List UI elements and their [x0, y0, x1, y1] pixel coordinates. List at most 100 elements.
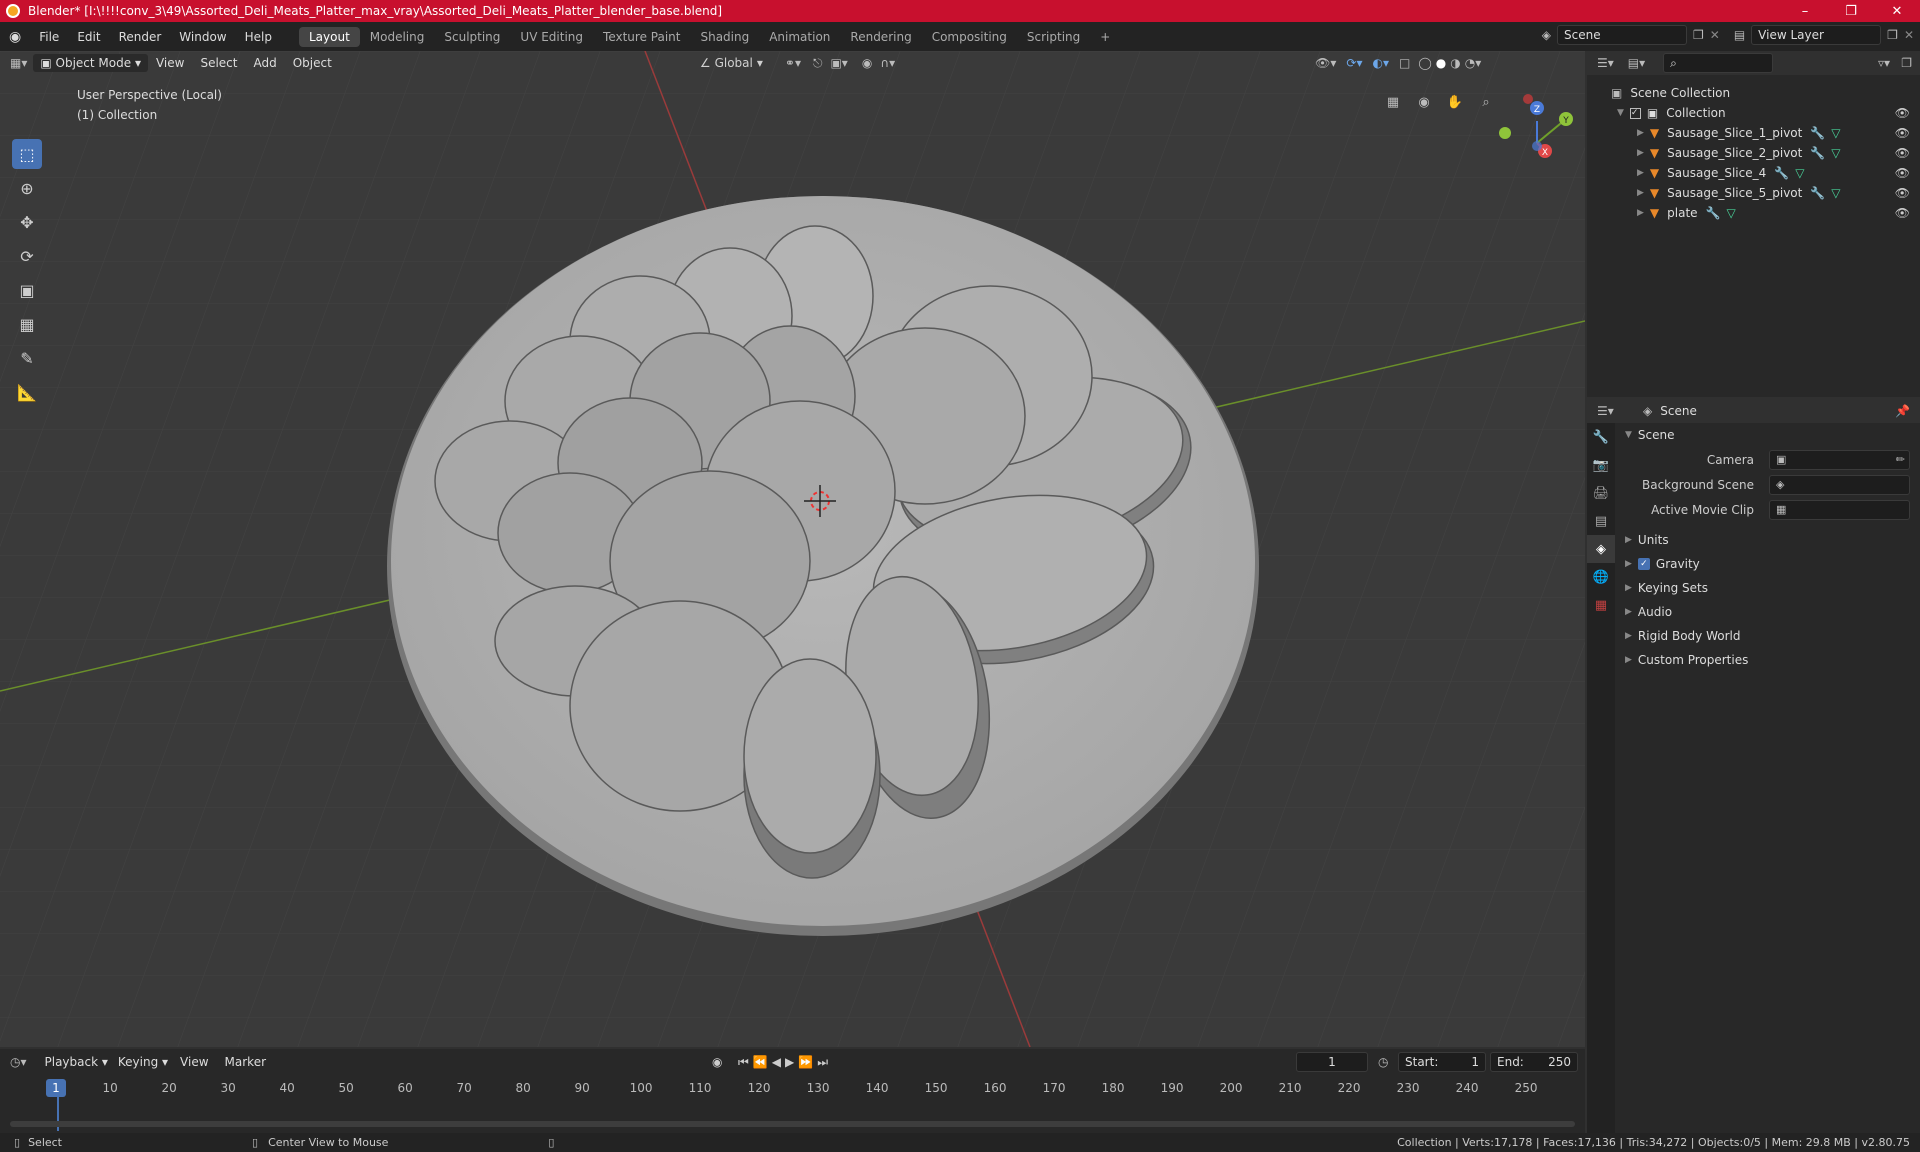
tab-animation[interactable]: Animation	[759, 27, 840, 47]
pivot-icon[interactable]: ⚭▾	[785, 56, 801, 70]
view-layer-browse-icon[interactable]: ▤	[1734, 28, 1745, 42]
movie-clip-field[interactable]: ▦	[1769, 499, 1910, 520]
gravity-panel[interactable]: ▶ ✓ Gravity	[1617, 552, 1920, 576]
select-box-tool-icon[interactable]: ⬚	[12, 139, 42, 169]
scene-field[interactable]: Scene	[1557, 25, 1687, 45]
xray-icon[interactable]: □	[1399, 56, 1410, 70]
timeline-menu-view[interactable]: View	[180, 1055, 208, 1069]
visibility-icon[interactable]: 👁▾	[1315, 56, 1336, 70]
zoom-icon[interactable]: ⌕	[1475, 91, 1497, 113]
grid-toggle-icon[interactable]: ▦	[1382, 91, 1404, 113]
transform-orientation[interactable]: ∠ Global ▾	[700, 56, 763, 70]
add-workspace-icon[interactable]: +	[1090, 27, 1120, 47]
menu-edit[interactable]: Edit	[68, 30, 109, 44]
expand-icon[interactable]: ▶	[1637, 128, 1644, 138]
custom-properties-panel[interactable]: ▶ Custom Properties	[1617, 648, 1920, 672]
outliner-search-input[interactable]: ⌕	[1663, 53, 1774, 73]
keying-sets-panel[interactable]: ▶ Keying Sets	[1617, 576, 1920, 600]
properties-editor-icon[interactable]: ☰▾	[1597, 404, 1614, 418]
filter-icon[interactable]: ▿▾	[1878, 56, 1890, 70]
timeline-menu-playback[interactable]: Playback ▾	[45, 1055, 108, 1069]
menu-file[interactable]: File	[30, 30, 68, 44]
play-reverse-icon[interactable]: ◀	[772, 1055, 785, 1069]
outliner-object-row[interactable]: ▶ ▼ Sausage_Slice_1_pivot 🔧 ▽ 👁	[1587, 123, 1920, 143]
tab-uv-editing[interactable]: UV Editing	[510, 27, 593, 47]
display-mode-icon[interactable]: ▤▾	[1628, 56, 1645, 70]
outliner-object-row[interactable]: ▶ ▼ Sausage_Slice_5_pivot 🔧 ▽ 👁	[1587, 183, 1920, 203]
output-tab-icon[interactable]: 🖨	[1587, 479, 1615, 507]
outliner-object-row[interactable]: ▶ ▼ Sausage_Slice_4 🔧 ▽ 👁	[1587, 163, 1920, 183]
scene-panel-header[interactable]: ▼ Scene	[1617, 423, 1920, 447]
outliner-object-row[interactable]: ▶ ▼ plate 🔧 ▽ 👁	[1587, 203, 1920, 223]
close-button[interactable]: ✕	[1874, 0, 1920, 22]
overlay-toggle-icon[interactable]: ◐▾	[1372, 56, 1389, 70]
end-frame-field[interactable]: End: 250	[1490, 1052, 1578, 1072]
background-scene-field[interactable]: ◈	[1769, 474, 1910, 495]
outliner-object-row[interactable]: ▶ ▼ Sausage_Slice_2_pivot 🔧 ▽ 👁	[1587, 143, 1920, 163]
minimize-button[interactable]: –	[1782, 0, 1828, 22]
play-icon[interactable]: ▶	[785, 1055, 798, 1069]
gravity-checkbox[interactable]: ✓	[1637, 558, 1650, 570]
3d-viewport[interactable]: Z Y X ▦▾ ▣ Object Mode ▾ View Select Add…	[0, 51, 1585, 1047]
pin-icon[interactable]: 📌	[1895, 404, 1910, 418]
tab-sculpting[interactable]: Sculpting	[434, 27, 510, 47]
jump-end-icon[interactable]: ⏭	[817, 1055, 832, 1069]
wireframe-shading-icon[interactable]: ◯	[1418, 56, 1431, 70]
view-layer-field[interactable]: View Layer	[1751, 25, 1882, 45]
maximize-button[interactable]: ❐	[1828, 0, 1874, 22]
editor-type-icon[interactable]: ▦▾	[10, 56, 27, 70]
menu-window[interactable]: Window	[170, 30, 235, 44]
viewport-menu-object[interactable]: Object	[285, 54, 340, 72]
blender-menu-icon[interactable]: ◉	[0, 29, 30, 45]
delete-scene-icon[interactable]: ✕	[1710, 28, 1720, 42]
eye-icon[interactable]: 👁	[1895, 146, 1910, 160]
outliner-editor-icon[interactable]: ☰▾	[1597, 56, 1614, 70]
collection-checkbox[interactable]: ✓	[1629, 107, 1641, 119]
view-layer-tab-icon[interactable]: ▤	[1587, 507, 1615, 535]
clock-icon[interactable]: ◷	[1378, 1055, 1388, 1069]
tab-shading[interactable]: Shading	[690, 27, 759, 47]
scene-browse-icon[interactable]: ◈	[1542, 28, 1551, 42]
expand-icon[interactable]: ▼	[1617, 108, 1624, 118]
falloff-icon[interactable]: ∩▾	[880, 56, 895, 70]
world-tab-icon[interactable]: 🌐	[1587, 563, 1615, 591]
prev-keyframe-icon[interactable]: ⏪	[753, 1055, 772, 1069]
expand-icon[interactable]: ▶	[1637, 148, 1644, 158]
tab-rendering[interactable]: Rendering	[840, 27, 921, 47]
measure-tool-icon[interactable]: 📐	[12, 377, 42, 407]
timeline-menu-marker[interactable]: Marker	[225, 1055, 266, 1069]
delete-view-layer-icon[interactable]: ✕	[1904, 28, 1914, 42]
viewport-menu-select[interactable]: Select	[192, 54, 245, 72]
annotate-tool-icon[interactable]: ✎	[12, 343, 42, 373]
expand-icon[interactable]: ▶	[1637, 188, 1644, 198]
units-panel[interactable]: ▶ Units	[1617, 528, 1920, 552]
tab-compositing[interactable]: Compositing	[922, 27, 1017, 47]
transform-tool-icon[interactable]: ▦	[12, 309, 42, 339]
scale-tool-icon[interactable]: ▣	[12, 275, 42, 305]
new-scene-icon[interactable]: ❐	[1693, 28, 1704, 42]
snap-icon[interactable]: ⎋	[813, 56, 823, 71]
solid-shading-icon[interactable]: ●	[1436, 56, 1446, 70]
timeline-scrollbar[interactable]	[10, 1121, 1575, 1127]
tab-modeling[interactable]: Modeling	[360, 27, 435, 47]
pan-hand-icon[interactable]: ✋	[1444, 91, 1466, 113]
rotate-tool-icon[interactable]: ⟳	[12, 241, 42, 271]
eyedropper-icon[interactable]: ✏	[1896, 453, 1905, 466]
eye-icon[interactable]: 👁	[1895, 166, 1910, 180]
gizmo-toggle-icon[interactable]: ⟳▾	[1346, 56, 1362, 70]
proportional-edit-icon[interactable]: ◉	[862, 56, 872, 70]
viewport-menu-add[interactable]: Add	[245, 54, 284, 72]
tab-layout[interactable]: Layout	[298, 26, 360, 47]
timeline-menu-keying[interactable]: Keying ▾	[118, 1055, 168, 1069]
timeline-ruler[interactable]: 10 20 30 40 50 60 70 80 90 100 110 120 130 140 150 160 1…	[0, 1079, 1585, 1101]
rigid-body-world-panel[interactable]: ▶ Rigid Body World	[1617, 624, 1920, 648]
cursor-tool-icon[interactable]: ⊕	[12, 173, 42, 203]
camera-field[interactable]: ▣ ✏	[1769, 449, 1910, 470]
outliner-collection[interactable]: ▼ ✓ ▣ Collection 👁	[1587, 103, 1920, 123]
material-shading-icon[interactable]: ◑	[1450, 56, 1460, 70]
tool-tab-icon[interactable]: 🔧	[1587, 423, 1615, 451]
snap-target-icon[interactable]: ▣▾	[830, 56, 847, 70]
tab-texture-paint[interactable]: Texture Paint	[593, 27, 690, 47]
expand-icon[interactable]: ▶	[1637, 168, 1644, 178]
next-keyframe-icon[interactable]: ⏩	[798, 1055, 817, 1069]
